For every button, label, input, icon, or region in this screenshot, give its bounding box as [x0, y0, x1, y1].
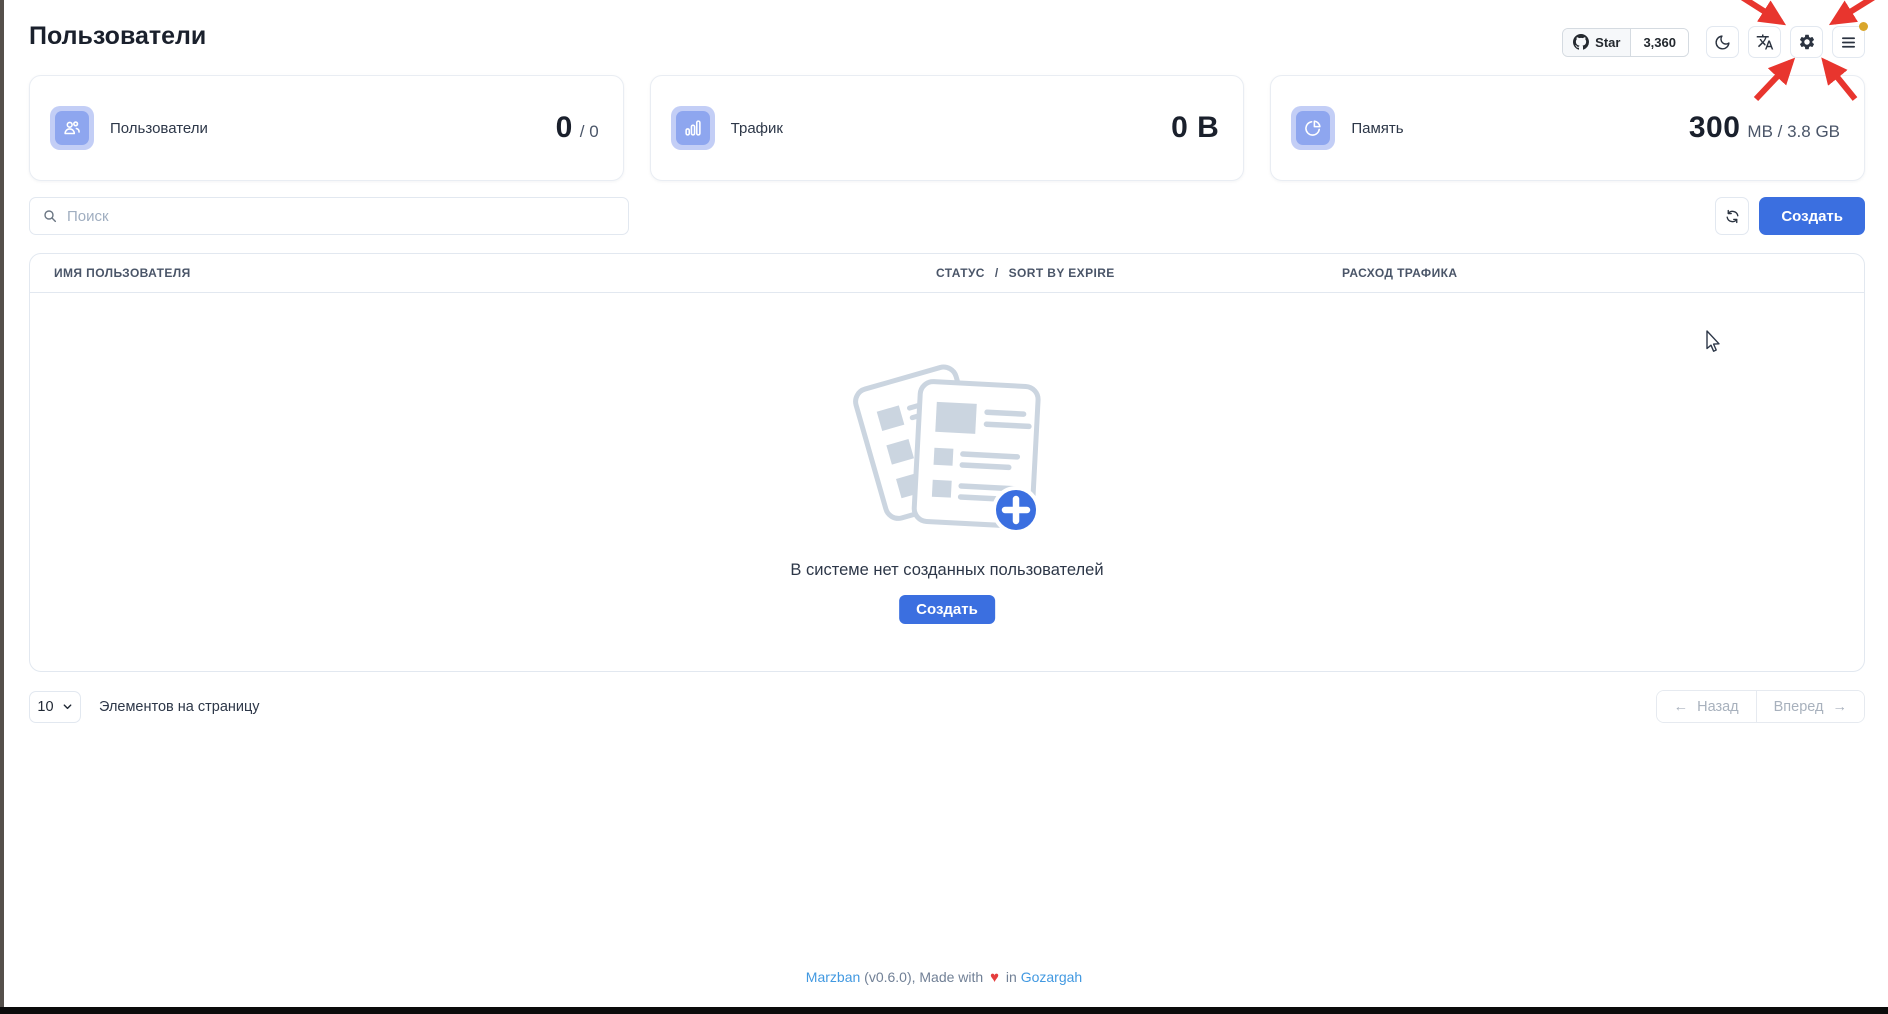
- empty-state-illustration: [832, 342, 1062, 552]
- footer-text: (v0.6.0), Made with: [864, 969, 983, 985]
- memory-stat-value: 300: [1689, 111, 1741, 145]
- memory-stat-suffix: MB / 3.8 GB: [1747, 122, 1840, 142]
- github-star-badge: Star 3,360: [1562, 28, 1689, 57]
- gozargah-link[interactable]: Gozargah: [1021, 969, 1082, 985]
- users-table: ИМЯ ПОЛЬЗОВАТЕЛЯ СТАТУС/SORT BY EXPIRE Р…: [29, 253, 1865, 672]
- create-user-button[interactable]: Создать: [1759, 197, 1865, 235]
- left-arrow-icon: ←: [1674, 699, 1689, 715]
- users-icon: [61, 117, 83, 139]
- traffic-stat-value: 0 B: [1171, 111, 1219, 145]
- settings-button[interactable]: [1790, 26, 1823, 58]
- dark-mode-button[interactable]: [1706, 26, 1739, 58]
- empty-state-create-button[interactable]: Создать: [899, 595, 995, 624]
- plus-circle-icon: [994, 488, 1038, 532]
- users-stat-card: Пользователи 0 / 0: [29, 75, 624, 181]
- page-size-value: 10: [37, 699, 53, 715]
- column-header-traffic-usage[interactable]: РАСХОД ТРАФИКА: [1318, 266, 1864, 280]
- stat-cards: Пользователи 0 / 0 Трафик 0 B Память 300…: [29, 75, 1865, 181]
- traffic-stat-label: Трафик: [731, 120, 783, 137]
- github-star-button[interactable]: Star: [1563, 29, 1631, 56]
- next-page-button[interactable]: Вперед →: [1756, 691, 1864, 722]
- users-stat-label: Пользователи: [110, 120, 208, 137]
- translate-icon: [1756, 33, 1774, 51]
- empty-state-message: В системе нет созданных пользователей: [30, 561, 1864, 580]
- users-stat-suffix: / 0: [580, 122, 599, 142]
- refresh-icon: [1724, 208, 1741, 225]
- memory-stat-label: Память: [1351, 120, 1403, 137]
- github-icon: [1573, 34, 1589, 50]
- search-box: [29, 197, 629, 235]
- memory-stat-card: Память 300 MB / 3.8 GB: [1270, 75, 1865, 181]
- column-header-sort-by-expire[interactable]: SORT BY EXPIRE: [1009, 266, 1115, 280]
- search-icon: [42, 208, 58, 224]
- hamburger-icon: [1840, 34, 1857, 51]
- users-stat-value: 0: [556, 111, 573, 145]
- window-bottom-bar: [0, 1007, 1888, 1014]
- footer-in-text: in: [1006, 969, 1017, 985]
- github-star-label: Star: [1595, 35, 1620, 50]
- column-header-username[interactable]: ИМЯ ПОЛЬЗОВАТЕЛЯ: [30, 266, 912, 280]
- column-header-status[interactable]: СТАТУС/SORT BY EXPIRE: [912, 266, 1318, 280]
- gear-icon: [1798, 33, 1816, 51]
- table-header-row: ИМЯ ПОЛЬЗОВАТЕЛЯ СТАТУС/SORT BY EXPIRE Р…: [30, 254, 1864, 293]
- moon-icon: [1714, 34, 1731, 51]
- search-input[interactable]: [67, 208, 616, 225]
- right-arrow-icon: →: [1833, 699, 1848, 715]
- page-size-select[interactable]: 10: [29, 691, 81, 723]
- footer: Marzban (v0.6.0), Made with ♥ in Gozarga…: [0, 969, 1888, 986]
- menu-button[interactable]: [1832, 26, 1865, 58]
- chevron-down-icon: [62, 701, 73, 712]
- github-star-count[interactable]: 3,360: [1631, 29, 1688, 56]
- heart-icon: ♥: [990, 969, 999, 986]
- prev-page-button[interactable]: ← Назад: [1657, 691, 1756, 722]
- row-actions: Создать: [1715, 197, 1865, 235]
- pager-group: ← Назад Вперед →: [1656, 690, 1865, 723]
- bar-chart-icon: [682, 117, 704, 139]
- per-page-label: Элементов на страницу: [99, 699, 260, 715]
- traffic-stat-card: Трафик 0 B: [650, 75, 1245, 181]
- marzban-link[interactable]: Marzban: [806, 969, 860, 985]
- language-button[interactable]: [1748, 26, 1781, 58]
- pie-chart-icon: [1302, 117, 1324, 139]
- toolbar: Star 3,360: [1562, 26, 1865, 58]
- notification-dot: [1859, 22, 1868, 31]
- column-separator: /: [995, 266, 999, 280]
- refresh-button[interactable]: [1715, 197, 1749, 235]
- window-left-edge: [0, 0, 4, 1014]
- page-title: Пользователи: [29, 22, 206, 51]
- pagination: 10 Элементов на страницу ← Назад Вперед …: [29, 690, 1865, 723]
